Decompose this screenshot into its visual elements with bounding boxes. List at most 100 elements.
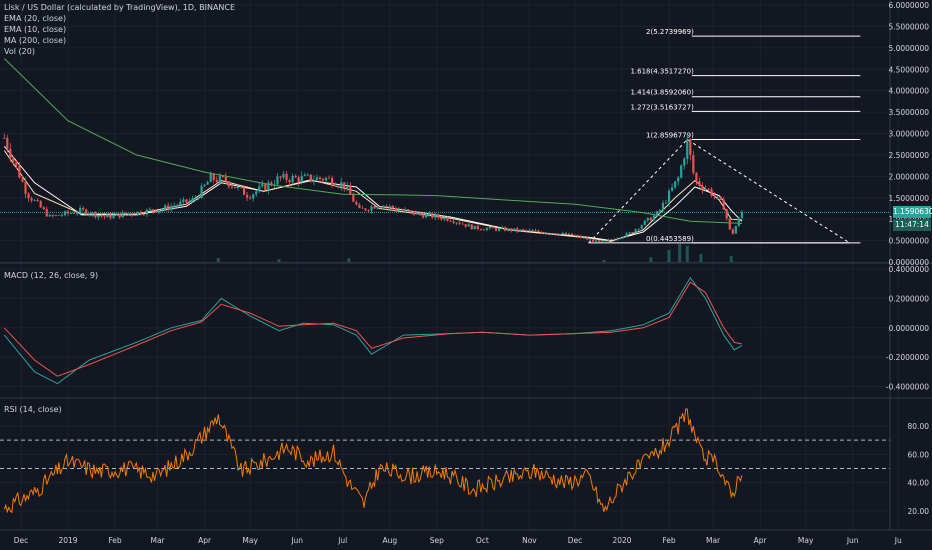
candle-body xyxy=(610,239,613,241)
candle-body xyxy=(112,214,115,219)
candle-body xyxy=(531,230,534,231)
candle-body xyxy=(546,233,549,234)
candle-body xyxy=(151,209,155,211)
candle-body xyxy=(388,205,391,207)
candle-body xyxy=(230,186,234,188)
candle-body xyxy=(728,218,731,230)
candle-body xyxy=(649,217,652,221)
candle-body xyxy=(30,198,33,201)
candle-body xyxy=(525,229,528,231)
candle-body xyxy=(579,235,583,238)
candle-body xyxy=(452,221,455,223)
candle-body xyxy=(167,205,170,210)
candle-body xyxy=(170,206,173,210)
rsi-tick-label: 20.00 xyxy=(908,507,930,516)
candle-body xyxy=(674,181,677,188)
candle-body xyxy=(613,239,616,241)
legend-volume: Vol (20) xyxy=(4,47,35,56)
candle-body xyxy=(707,188,710,190)
volume-bar xyxy=(678,244,682,262)
candle-body xyxy=(473,225,476,230)
candle-body xyxy=(698,181,701,186)
volume-bar xyxy=(602,260,606,262)
rsi-tick-label: 40.00 xyxy=(908,479,930,488)
candle-body xyxy=(607,239,610,241)
candle-body xyxy=(39,201,42,208)
volume-bar xyxy=(699,254,703,262)
candle-body xyxy=(391,205,394,209)
candle-body xyxy=(516,228,519,231)
candle-body xyxy=(437,214,440,218)
candle-body xyxy=(731,229,734,234)
candle-body xyxy=(349,185,352,195)
price-tick-label: 0.5000000 xyxy=(888,237,929,246)
candle-body xyxy=(334,185,337,187)
candle-body xyxy=(63,211,67,216)
volume-bar xyxy=(277,259,281,262)
x-tick-label: Jun xyxy=(290,536,303,545)
candle-body xyxy=(640,225,643,229)
candle-body xyxy=(564,233,567,235)
candle xyxy=(643,220,646,226)
candle-body xyxy=(595,240,598,242)
candle-body xyxy=(179,201,182,206)
x-tick-label: Apr xyxy=(198,536,212,545)
rsi-tick-label: 60.00 xyxy=(908,450,930,459)
candle-body xyxy=(127,213,130,215)
candle-body xyxy=(224,176,227,182)
candle-body xyxy=(601,241,604,243)
candle-body xyxy=(446,217,449,221)
candle-body xyxy=(130,213,133,215)
candle-body xyxy=(558,233,561,235)
candle-body xyxy=(734,226,737,234)
candle-body xyxy=(722,199,725,210)
candle-body xyxy=(321,178,325,181)
candle-body xyxy=(72,213,76,214)
candle-body xyxy=(340,182,343,187)
candle-body xyxy=(115,213,118,215)
candle-body xyxy=(124,212,127,215)
last-price-label: 1.1590630 xyxy=(893,206,932,218)
fib-level-label: 1.414(3.8592060) xyxy=(630,89,694,97)
candle-body xyxy=(273,184,276,186)
legend-title: Lisk / US Dollar (calculated by TradingV… xyxy=(4,3,236,12)
candle-body xyxy=(467,224,470,227)
candle-body xyxy=(491,226,495,229)
candle-body xyxy=(139,211,142,215)
x-tick-label: Jul xyxy=(337,536,347,545)
candle xyxy=(655,210,659,217)
candle-body xyxy=(297,177,300,183)
x-tick-label: May xyxy=(242,536,258,545)
volume-bar xyxy=(347,258,351,262)
candle-body xyxy=(309,174,312,182)
candle xyxy=(601,241,604,243)
candle-body xyxy=(419,212,422,215)
candle-body xyxy=(164,205,167,210)
candle-body xyxy=(173,205,176,207)
candle-body xyxy=(118,213,121,218)
candle xyxy=(264,182,267,191)
price-tick-label: 3.5000000 xyxy=(888,108,929,117)
candle-body xyxy=(361,207,364,209)
candle-body xyxy=(634,229,637,233)
candle-body xyxy=(182,199,185,202)
candle-body xyxy=(677,177,680,182)
macd-tick-label: 0.2000000 xyxy=(888,294,929,303)
legend-ema10: EMA (10, close) xyxy=(4,25,67,34)
candle-body xyxy=(461,223,464,225)
candle-body xyxy=(285,173,288,181)
candle-body xyxy=(692,155,695,173)
candle-body xyxy=(689,139,692,156)
candle-body xyxy=(154,210,158,213)
candle-body xyxy=(716,196,719,198)
candle-body xyxy=(479,229,482,230)
candle-body xyxy=(655,211,659,216)
price-tick-label: 2.0000000 xyxy=(888,172,929,181)
candle-body xyxy=(686,139,689,159)
price-tick-label: 2.5000000 xyxy=(888,151,929,160)
candle-body xyxy=(683,158,686,166)
candle-body xyxy=(555,234,558,236)
candle xyxy=(570,233,574,236)
candle-body xyxy=(24,181,27,194)
candle-body xyxy=(15,161,18,166)
